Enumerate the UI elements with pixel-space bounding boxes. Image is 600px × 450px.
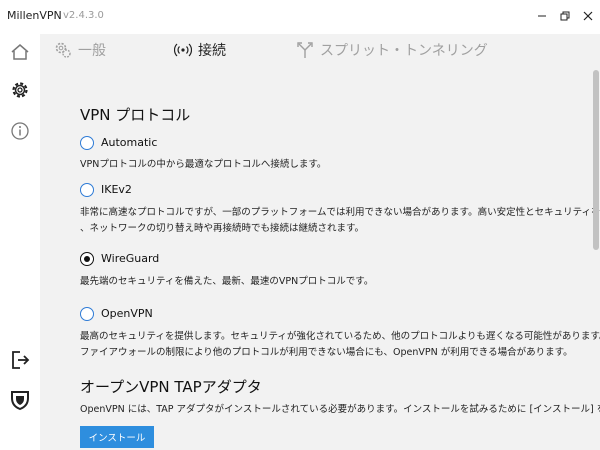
tab-general[interactable]: 一般	[54, 38, 106, 62]
tab-general-label: 一般	[78, 43, 106, 59]
radio-ikev2[interactable]	[80, 183, 94, 197]
settings-content: 一般 接続 スプリット・トンネリング VPN プロトコル Automatic V…	[40, 34, 600, 450]
close-button[interactable]	[576, 4, 600, 28]
restore-button[interactable]	[553, 4, 577, 28]
minimize-button[interactable]	[530, 4, 554, 28]
restore-icon	[560, 11, 570, 21]
gear-cluster-icon	[55, 42, 71, 58]
gear-icon	[12, 82, 28, 98]
info-icon	[11, 122, 29, 140]
tab-bar: 一般 接続 スプリット・トンネリング	[40, 34, 600, 64]
ikev2-description-line2: 、ネットワークの切り替え時や再接続時でも接続は継続されます。	[80, 223, 365, 234]
automatic-description: VPNプロトコルの中から最適なプロトコルへ接続します。	[80, 159, 327, 170]
title-bar: MillenVPN v2.4.3.0	[0, 0, 600, 34]
app-version: v2.4.3.0	[63, 10, 104, 21]
scrollbar[interactable]	[593, 70, 599, 250]
fork-icon	[297, 42, 313, 58]
app-name: MillenVPN	[7, 9, 62, 22]
sidebar-item-shield[interactable]	[8, 388, 32, 412]
radio-automatic[interactable]	[80, 136, 94, 150]
sidebar	[0, 34, 40, 450]
radio-selected-dot	[83, 255, 90, 262]
radio-wireguard[interactable]	[80, 252, 94, 266]
sidebar-item-info[interactable]	[8, 119, 32, 143]
radio-wireguard-label[interactable]: WireGuard	[101, 252, 159, 265]
tab-connection-label: 接続	[198, 43, 226, 59]
tab-split-label: スプリット・トンネリング	[320, 43, 488, 59]
radio-automatic-label[interactable]: Automatic	[101, 136, 157, 149]
tap-adapter-title: オープンVPN TAPアダプタ	[80, 378, 262, 396]
install-button[interactable]: インストール	[80, 426, 154, 448]
radio-ikev2-label[interactable]: IKEv2	[101, 183, 132, 196]
wireguard-description: 最先端のセキュリティを備えた、最新、最速のVPNプロトコルです。	[80, 276, 374, 287]
openvpn-description-line2: ファイアウォールの制限により他のプロトコルが利用できない場合にも、OpenVPN…	[80, 347, 573, 358]
vpn-protocol-title: VPN プロトコル	[80, 106, 191, 124]
sidebar-item-logout[interactable]	[8, 348, 32, 372]
radio-openvpn[interactable]	[80, 307, 94, 321]
logout-icon	[12, 351, 30, 369]
sidebar-item-home[interactable]	[8, 40, 32, 64]
sidebar-item-settings[interactable]	[8, 78, 32, 102]
tap-adapter-description: OpenVPN には、TAP アダプタがインストールされている必要があります。イ…	[80, 404, 600, 415]
shield-icon	[11, 391, 29, 411]
broadcast-icon	[174, 43, 192, 57]
minimize-icon	[538, 15, 546, 17]
home-icon	[11, 44, 29, 60]
tab-connection[interactable]: 接続	[174, 38, 226, 62]
radio-openvpn-label[interactable]: OpenVPN	[101, 307, 153, 320]
close-icon	[583, 11, 593, 21]
tab-split-tunneling[interactable]: スプリット・トンネリング	[296, 38, 488, 62]
